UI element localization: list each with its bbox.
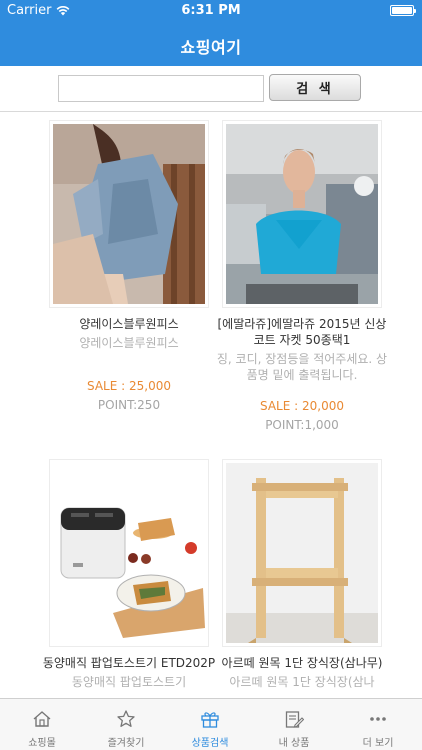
- search-button[interactable]: 검 색: [269, 74, 361, 101]
- product-card[interactable]: 동양매직 팝업토스트기 ETD202P 동양매직 팝업토스트기: [37, 459, 221, 690]
- tab-label: 내 상품: [278, 738, 310, 749]
- tab-more[interactable]: 더 보기: [336, 699, 420, 750]
- product-name: [에딸라쥬]에딸라쥬 2015년 신상 코트 자켓 50종택1: [217, 317, 387, 347]
- status-time: 6:31 PM: [181, 3, 241, 18]
- tab-bar: 쇼핑몰 즐겨찾기 상품검색 내 상품 더 보기: [0, 698, 422, 750]
- product-image[interactable]: [49, 459, 209, 647]
- product-name: 동양매직 팝업토스트기 ETD202P: [42, 656, 216, 670]
- product-grid: 양레이스블루원피스 양레이스블루원피스 SALE : 25,000 POINT:…: [0, 112, 422, 698]
- edit-icon: [285, 711, 304, 728]
- search-bar: 검 색: [0, 66, 422, 112]
- product-desc: 동양매직 팝업토스트기: [71, 675, 187, 689]
- product-point: POINT:1,000: [265, 418, 339, 432]
- search-input[interactable]: [58, 75, 264, 102]
- star-icon: [117, 710, 135, 727]
- product-card[interactable]: 아르떼 원목 1단 장식장(삼나무) 아르떼 원목 1단 장식장(삼나: [210, 459, 394, 690]
- tab-favorites[interactable]: 즐겨찾기: [84, 699, 168, 750]
- tab-shopping-mall[interactable]: 쇼핑몰: [0, 699, 84, 750]
- product-name: 양레이스블루원피스: [79, 317, 179, 331]
- product-image[interactable]: [222, 120, 382, 308]
- product-card[interactable]: [에딸라쥬]에딸라쥬 2015년 신상 코트 자켓 50종택1 징, 코디, 장…: [210, 120, 394, 432]
- tab-my-products[interactable]: 내 상품: [252, 699, 336, 750]
- product-sale-price: SALE : 25,000: [87, 379, 171, 393]
- home-icon: [33, 711, 51, 727]
- product-image[interactable]: [49, 120, 209, 308]
- product-name: 아르떼 원목 1단 장식장(삼나무): [221, 656, 383, 670]
- status-bar: Carrier 6:31 PM: [0, 0, 422, 22]
- more-icon: [370, 717, 386, 721]
- product-desc: 아르떼 원목 1단 장식장(삼나: [229, 675, 375, 689]
- page-title: 쇼핑여기: [180, 38, 242, 57]
- product-image[interactable]: [222, 459, 382, 647]
- product-point: POINT:250: [97, 398, 161, 412]
- gift-icon: [201, 712, 219, 728]
- tab-label: 더 보기: [362, 738, 394, 749]
- tab-product-search[interactable]: 상품검색: [168, 699, 252, 750]
- product-desc: 징, 코디, 장점등을 적어주세요. 상품명 밑에 출력됩니다.: [216, 352, 388, 382]
- product-desc: 양레이스블루원피스: [79, 336, 179, 350]
- battery-icon: [390, 5, 416, 16]
- tab-label: 쇼핑몰: [28, 738, 56, 749]
- tab-label: 상품검색: [191, 738, 229, 749]
- product-card[interactable]: 양레이스블루원피스 양레이스블루원피스 SALE : 25,000 POINT:…: [37, 120, 221, 412]
- tab-label: 즐겨찾기: [107, 738, 145, 749]
- app-header: Carrier 6:31 PM 쇼핑여기: [0, 0, 422, 66]
- product-sale-price: SALE : 20,000: [260, 399, 344, 413]
